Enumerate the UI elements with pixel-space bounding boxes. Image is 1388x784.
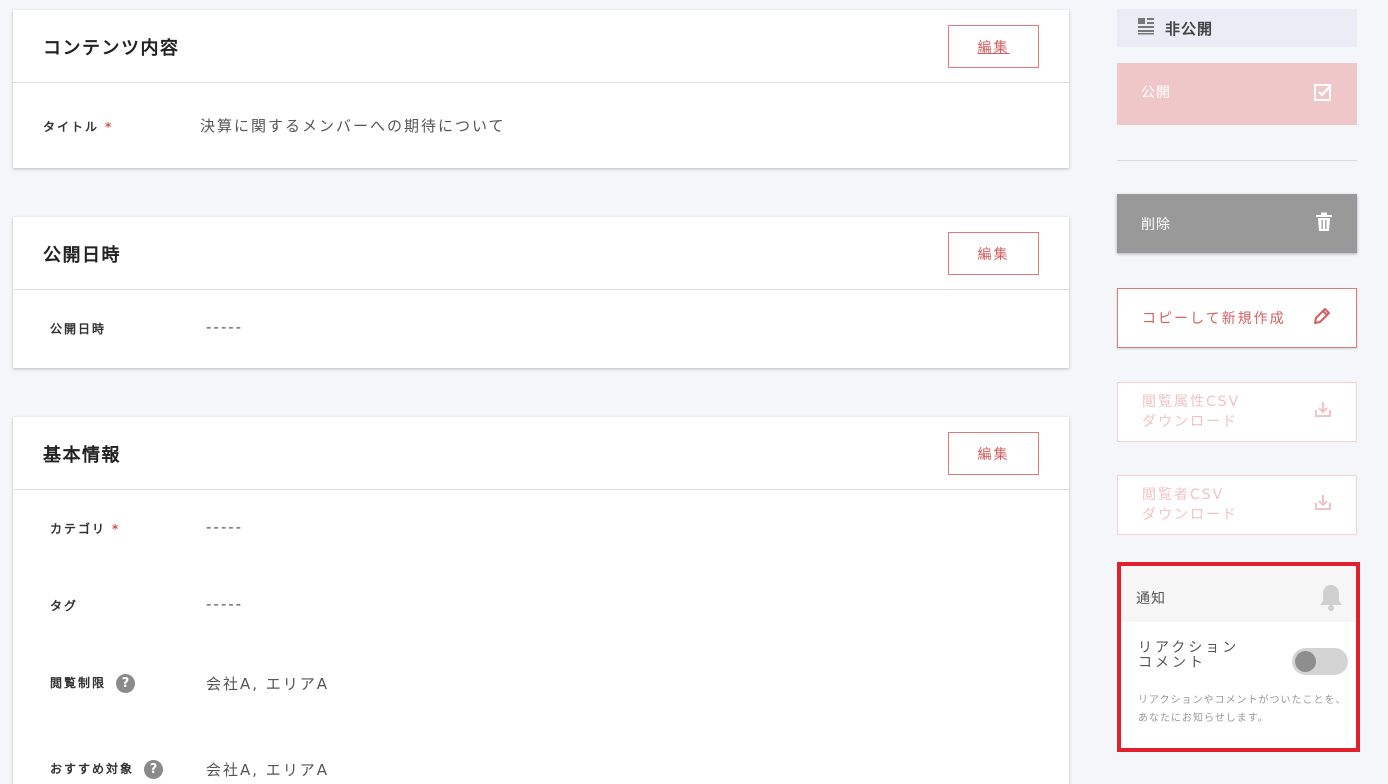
basic-info-card-header: 基本情報 編集 — [13, 417, 1069, 490]
view-attribute-csv-button[interactable]: 閲覧属性CSV ダウンロード — [1117, 382, 1357, 442]
status-bar: 非公開 — [1117, 9, 1357, 47]
basic-info-card: 基本情報 編集 カテゴリ * ----- タグ ----- 閲覧制限? 会社A, … — [13, 417, 1069, 784]
title-value: 決算に関するメンバーへの期待について — [200, 117, 506, 135]
bell-icon — [1316, 582, 1346, 616]
content-card-header: コンテンツ内容 編集 — [13, 10, 1069, 83]
content-card-title: コンテンツ内容 — [43, 38, 180, 59]
publish-date-edit-button[interactable]: 編集 — [948, 232, 1039, 275]
content-card: コンテンツ内容 編集 タイトル * 決算に関するメンバーへの期待について — [13, 10, 1069, 168]
help-icon[interactable]: ? — [144, 760, 164, 779]
copy-new-label: コピーして新規作成 — [1142, 311, 1286, 327]
category-label: カテゴリ * — [50, 522, 121, 536]
publish-date-card-title: 公開日時 — [43, 245, 121, 266]
title-label: タイトル * — [43, 120, 114, 134]
notification-description: リアクションやコメントがついたことを、あなたにお知らせします。 — [1138, 695, 1347, 724]
reaction-comment-label: リアクション コメント — [1138, 640, 1240, 671]
pencil-icon — [1312, 306, 1332, 330]
view-restriction-value: 会社A, エリアA — [206, 675, 330, 693]
publish-date-card: 公開日時 編集 公開日時 ----- — [13, 217, 1069, 368]
publish-label: 公開 — [1141, 85, 1171, 101]
view-restriction-label: 閲覧制限? — [50, 674, 136, 693]
view-attribute-csv-label: 閲覧属性CSV ダウンロード — [1142, 394, 1241, 430]
reaction-comment-toggle[interactable] — [1292, 648, 1348, 675]
delete-button[interactable]: 削除 — [1117, 194, 1357, 253]
status-text: 非公開 — [1165, 19, 1214, 38]
basic-info-card-title: 基本情報 — [43, 445, 121, 466]
recommend-target-label: おすすめ対象? — [50, 760, 164, 779]
document-list-icon — [1137, 17, 1155, 39]
publish-date-value: ----- — [206, 318, 244, 336]
content-edit-button[interactable]: 編集 — [948, 25, 1039, 68]
publish-date-label: 公開日時 — [50, 322, 107, 336]
tag-label: タグ — [50, 599, 79, 613]
copy-new-button[interactable]: コピーして新規作成 — [1117, 288, 1357, 348]
viewer-csv-button[interactable]: 閲覧者CSV ダウンロード — [1117, 475, 1357, 535]
download-icon — [1314, 493, 1332, 517]
help-icon[interactable]: ? — [116, 674, 136, 693]
recommend-target-value: 会社A, エリアA — [206, 761, 330, 779]
notification-title: 通知 — [1136, 591, 1166, 607]
sidebar-divider — [1117, 160, 1357, 161]
viewer-csv-label: 閲覧者CSV ダウンロード — [1142, 487, 1238, 523]
basic-info-edit-button[interactable]: 編集 — [948, 432, 1039, 475]
download-icon — [1314, 400, 1332, 424]
notification-panel: 通知 リアクション コメント リアクションやコメントがついたことを、あなたにお知ら… — [1117, 562, 1360, 752]
checkbox-icon — [1313, 82, 1333, 106]
toggle-knob — [1295, 651, 1316, 672]
tag-value: ----- — [206, 595, 244, 613]
notification-header: 通知 — [1121, 566, 1356, 622]
publish-button[interactable]: 公開 — [1117, 63, 1357, 125]
category-value: ----- — [206, 518, 244, 536]
publish-date-card-header: 公開日時 編集 — [13, 217, 1069, 290]
trash-icon — [1315, 212, 1333, 236]
delete-label: 削除 — [1141, 216, 1171, 233]
